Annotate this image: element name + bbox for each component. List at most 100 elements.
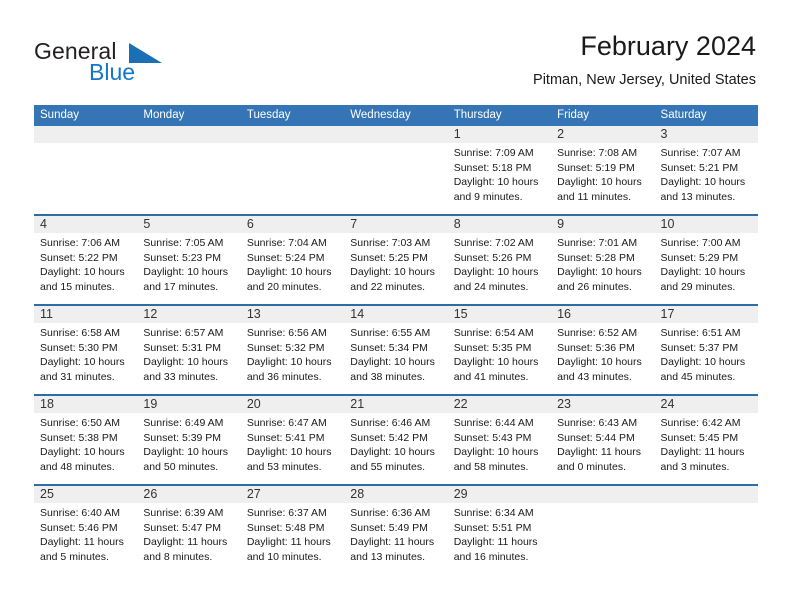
day-cell[interactable]: 27 Sunrise: 6:37 AM Sunset: 5:48 PM Dayligh…: [240, 486, 345, 574]
day-detail-line: and 15 minutes.: [40, 280, 115, 293]
day-detail-line: Sunset: 5:31 PM: [143, 341, 222, 354]
day-cell[interactable]: 3 Sunrise: 7:07 AM Sunset: 5:21 PM Daylight…: [654, 126, 758, 214]
day-cell[interactable]: 16 Sunrise: 6:52 AM Sunset: 5:36 PM Dayligh…: [551, 306, 655, 394]
day-cell[interactable]: 6 Sunrise: 7:04 AM Sunset: 5:24 PM Daylight…: [240, 216, 345, 304]
day-cell[interactable]: 10 Sunrise: 7:00 AM Sunset: 5:29 PM Dayligh…: [654, 216, 758, 304]
day-cell[interactable]: 29 Sunrise: 6:34 AM Sunset: 5:51 PM Dayligh…: [447, 486, 552, 574]
day-detail-line: and 31 minutes.: [40, 370, 115, 383]
day-detail-lines: Sunrise: 6:50 AM Sunset: 5:38 PM Daylight:…: [34, 413, 137, 474]
day-cell[interactable]: 25 Sunrise: 6:40 AM Sunset: 5:46 PM Dayligh…: [34, 486, 138, 574]
day-cell[interactable]: 13 Sunrise: 6:56 AM Sunset: 5:32 PM Dayligh…: [240, 306, 345, 394]
day-detail-line: Sunset: 5:37 PM: [660, 341, 739, 354]
week-cells: 11 Sunrise: 6:58 AM Sunset: 5:30 PM Dayligh…: [34, 306, 758, 394]
day-cell[interactable]: 26 Sunrise: 6:39 AM Sunset: 5:47 PM Dayligh…: [137, 486, 241, 574]
day-detail-lines: Sunrise: 7:06 AM Sunset: 5:22 PM Daylight:…: [34, 233, 137, 294]
day-cell[interactable]: 1 Sunrise: 7:09 AM Sunset: 5:18 PM Daylight…: [447, 126, 552, 214]
day-detail-line: and 38 minutes.: [350, 370, 425, 383]
day-detail-lines: Sunrise: 6:43 AM Sunset: 5:44 PM Daylight:…: [551, 413, 654, 474]
day-detail-line: Sunset: 5:44 PM: [557, 431, 635, 444]
day-number: 20: [246, 397, 261, 411]
day-cell-empty: [654, 486, 758, 574]
day-detail-line: Daylight: 10 hours: [143, 266, 229, 279]
week-cells: 4 Sunrise: 7:06 AM Sunset: 5:22 PM Daylight…: [34, 216, 758, 304]
day-cell[interactable]: 20 Sunrise: 6:47 AM Sunset: 5:41 PM Dayligh…: [240, 396, 345, 484]
day-detail-line: Sunset: 5:18 PM: [453, 161, 532, 174]
day-detail-lines: Sunrise: 6:56 AM Sunset: 5:32 PM Daylight:…: [241, 323, 344, 384]
day-number: 10: [660, 217, 675, 231]
calendar-weeks: 1 Sunrise: 7:09 AM Sunset: 5:18 PM Daylight…: [34, 126, 758, 574]
day-detail-lines: Sunrise: 7:00 AM Sunset: 5:29 PM Daylight:…: [655, 233, 758, 294]
day-detail-lines: Sunrise: 6:54 AM Sunset: 5:35 PM Daylight:…: [448, 323, 551, 384]
day-detail-line: Sunrise: 6:51 AM: [660, 327, 741, 339]
day-cell[interactable]: 24 Sunrise: 6:42 AM Sunset: 5:45 PM Dayligh…: [654, 396, 758, 484]
day-number: 9: [557, 217, 565, 231]
day-detail-lines: Sunrise: 6:44 AM Sunset: 5:43 PM Daylight:…: [448, 413, 551, 474]
day-number: 12: [143, 307, 158, 321]
day-detail-line: and 13 minutes.: [660, 190, 736, 203]
day-detail-lines: [655, 503, 758, 506]
day-detail-line: Sunrise: 6:40 AM: [40, 507, 120, 519]
day-cell[interactable]: 12 Sunrise: 6:57 AM Sunset: 5:31 PM Dayligh…: [137, 306, 241, 394]
day-cell[interactable]: 18 Sunrise: 6:50 AM Sunset: 5:38 PM Dayligh…: [34, 396, 138, 484]
day-cell[interactable]: 14 Sunrise: 6:55 AM Sunset: 5:34 PM Dayligh…: [344, 306, 448, 394]
day-cell[interactable]: 5 Sunrise: 7:05 AM Sunset: 5:23 PM Daylight…: [137, 216, 241, 304]
calendar-page: General Blue February 2024 Pitman, New J…: [0, 0, 792, 612]
day-detail-line: Sunset: 5:28 PM: [557, 251, 635, 264]
day-cell[interactable]: 7 Sunrise: 7:03 AM Sunset: 5:25 PM Daylight…: [344, 216, 448, 304]
day-detail-line: Daylight: 10 hours: [350, 266, 435, 279]
day-detail-line: and 48 minutes.: [40, 460, 115, 473]
day-detail-lines: [241, 143, 344, 146]
day-number: 7: [350, 217, 358, 231]
day-detail-line: Sunrise: 7:00 AM: [660, 237, 741, 249]
day-detail-line: Sunrise: 7:08 AM: [557, 147, 638, 159]
day-detail-line: and 36 minutes.: [246, 370, 322, 383]
day-cell[interactable]: 23 Sunrise: 6:43 AM Sunset: 5:44 PM Dayligh…: [551, 396, 655, 484]
brand-name-bottom: Blue: [89, 59, 136, 85]
day-detail-line: Sunrise: 6:47 AM: [246, 417, 327, 429]
day-cell[interactable]: 21 Sunrise: 6:46 AM Sunset: 5:42 PM Dayligh…: [344, 396, 448, 484]
day-cell[interactable]: 11 Sunrise: 6:58 AM Sunset: 5:30 PM Dayligh…: [34, 306, 138, 394]
day-cell[interactable]: 15 Sunrise: 6:54 AM Sunset: 5:35 PM Dayligh…: [447, 306, 552, 394]
week-cells: 18 Sunrise: 6:50 AM Sunset: 5:38 PM Dayligh…: [34, 396, 758, 484]
calendar-week-row: 18 Sunrise: 6:50 AM Sunset: 5:38 PM Dayligh…: [34, 394, 758, 484]
day-cell[interactable]: 19 Sunrise: 6:49 AM Sunset: 5:39 PM Dayligh…: [137, 396, 241, 484]
day-detail-line: Sunset: 5:47 PM: [143, 521, 222, 534]
day-number: 2: [557, 127, 565, 141]
weekday-header-sunday: Sunday: [40, 109, 80, 121]
day-detail-line: Daylight: 10 hours: [40, 356, 125, 369]
day-detail-line: and 22 minutes.: [350, 280, 425, 293]
day-number: 29: [453, 487, 468, 501]
day-detail-line: Sunset: 5:25 PM: [350, 251, 428, 264]
day-number: 8: [453, 217, 461, 231]
calendar-week-row: 4 Sunrise: 7:06 AM Sunset: 5:22 PM Daylight…: [34, 214, 758, 304]
day-detail-line: Sunrise: 6:49 AM: [143, 417, 224, 429]
day-detail-line: Daylight: 10 hours: [143, 356, 229, 369]
day-detail-line: Sunrise: 6:58 AM: [40, 327, 120, 339]
day-number: 3: [660, 127, 668, 141]
day-detail-lines: [137, 143, 240, 146]
day-cell[interactable]: 4 Sunrise: 7:06 AM Sunset: 5:22 PM Daylight…: [34, 216, 138, 304]
day-detail-line: Daylight: 10 hours: [453, 266, 539, 279]
day-detail-line: Daylight: 11 hours: [557, 446, 641, 459]
day-number: 21: [350, 397, 365, 411]
day-cell[interactable]: 8 Sunrise: 7:02 AM Sunset: 5:26 PM Daylight…: [447, 216, 552, 304]
day-detail-lines: Sunrise: 6:34 AM Sunset: 5:51 PM Daylight:…: [448, 503, 551, 564]
day-detail-lines: Sunrise: 6:47 AM Sunset: 5:41 PM Daylight:…: [241, 413, 344, 474]
day-cell[interactable]: 9 Sunrise: 7:01 AM Sunset: 5:28 PM Daylight…: [551, 216, 655, 304]
day-cell[interactable]: 2 Sunrise: 7:08 AM Sunset: 5:19 PM Daylight…: [551, 126, 655, 214]
day-detail-line: Daylight: 10 hours: [350, 446, 435, 459]
weekday-header-saturday: Saturday: [660, 109, 707, 121]
day-cell[interactable]: 28 Sunrise: 6:36 AM Sunset: 5:49 PM Dayligh…: [344, 486, 448, 574]
day-cell[interactable]: 17 Sunrise: 6:51 AM Sunset: 5:37 PM Dayligh…: [654, 306, 758, 394]
day-number: 1: [453, 127, 461, 141]
day-detail-line: Daylight: 11 hours: [40, 536, 124, 549]
day-cell[interactable]: 22 Sunrise: 6:44 AM Sunset: 5:43 PM Dayligh…: [447, 396, 552, 484]
day-detail-line: and 8 minutes.: [143, 550, 213, 563]
day-detail-lines: Sunrise: 6:37 AM Sunset: 5:48 PM Daylight:…: [241, 503, 344, 564]
day-detail-lines: Sunrise: 6:42 AM Sunset: 5:45 PM Daylight:…: [655, 413, 758, 474]
weekday-header-monday: Monday: [143, 109, 185, 121]
day-number: 14: [350, 307, 365, 321]
day-detail-lines: Sunrise: 7:03 AM Sunset: 5:25 PM Daylight:…: [344, 233, 447, 294]
day-detail-line: Daylight: 10 hours: [453, 446, 539, 459]
day-number: 5: [143, 217, 151, 231]
